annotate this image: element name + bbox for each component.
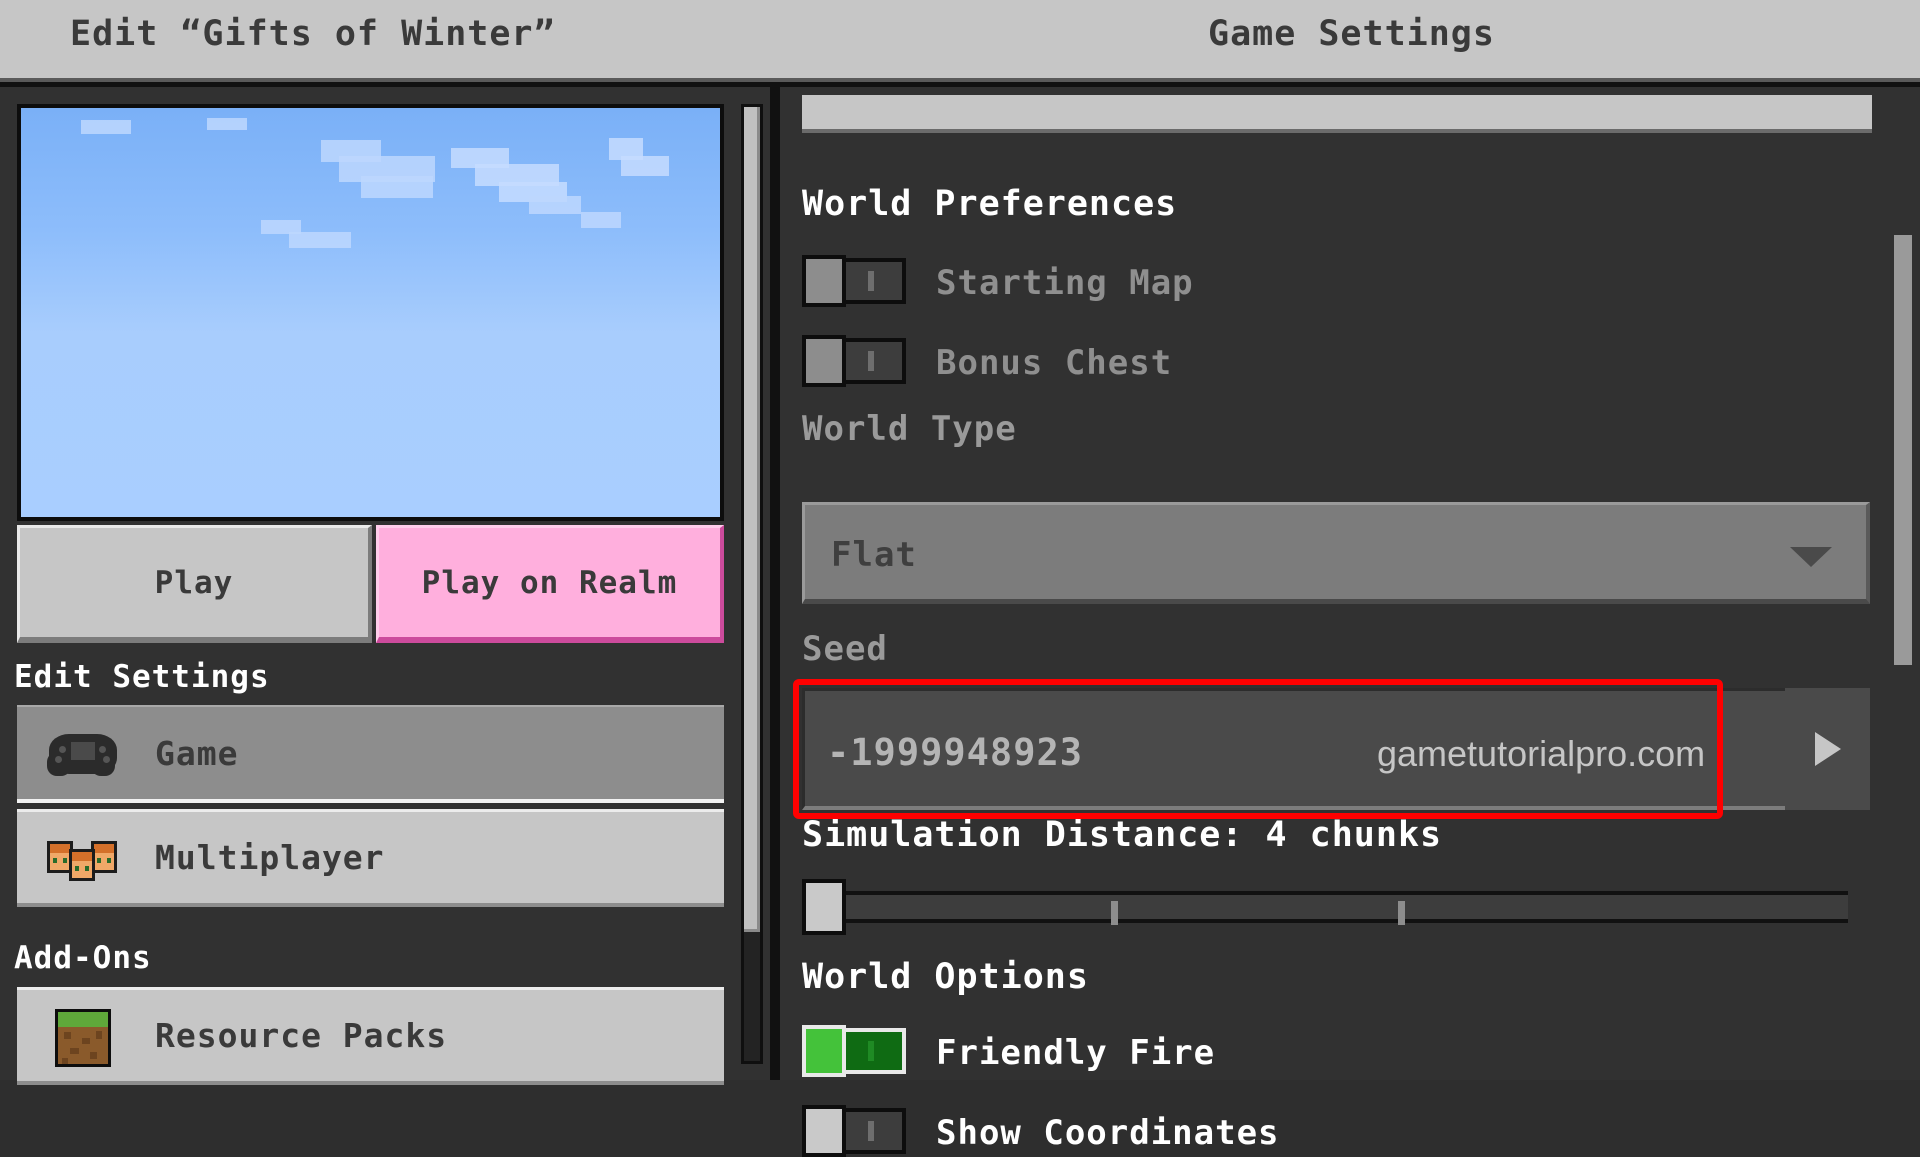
toggle-track	[836, 1108, 906, 1154]
simulation-distance-slider[interactable]	[802, 879, 1848, 935]
breadcrumb-world-title: Edit “Gifts of Winter”	[70, 14, 556, 54]
cloud-shape	[621, 156, 669, 176]
world-preview-image	[17, 104, 724, 521]
left-sidebar-panel: Play Play on Realm Edit Settings Game Mu…	[0, 82, 772, 1085]
world-options-heading: World Options	[802, 957, 1089, 997]
seed-label: Seed	[802, 629, 888, 669]
addons-heading: Add-Ons	[14, 940, 152, 976]
left-panel-scrollbar[interactable]	[741, 104, 763, 1064]
sidebar-item-label: Game	[155, 733, 239, 773]
world-type-value: Flat	[831, 535, 917, 575]
toggle-friendly-fire[interactable]	[802, 1025, 906, 1077]
toggle-knob	[802, 1025, 846, 1077]
scrolled-off-control[interactable]	[802, 95, 1872, 133]
panel-divider	[770, 82, 780, 1080]
game-settings-panel: World Preferences Starting Map Bonus Che…	[780, 82, 1920, 1157]
slider-tick	[1398, 901, 1405, 925]
seed-input[interactable]: -1999948923 gametutorialpro.com	[802, 688, 1870, 810]
toggle-label-starting-map: Starting Map	[936, 263, 1194, 303]
toggle-label-bonus-chest: Bonus Chest	[936, 343, 1173, 383]
slider-track	[824, 891, 1848, 925]
players-icon	[45, 827, 121, 889]
toggle-track	[836, 258, 906, 304]
sidebar-item-multiplayer[interactable]: Multiplayer	[17, 809, 724, 907]
cloud-shape	[529, 196, 581, 214]
seed-input-value: -1999948923	[827, 731, 1084, 774]
page-title: Game Settings	[1208, 14, 1495, 54]
toggle-knob	[802, 335, 846, 387]
toggle-knob	[802, 1105, 846, 1157]
sidebar-item-resource-packs[interactable]: Resource Packs	[17, 987, 724, 1085]
play-on-realm-button[interactable]: Play on Realm	[376, 525, 724, 643]
watermark-text: gametutorialpro.com	[1377, 733, 1706, 774]
toggle-bonus-chest[interactable]	[802, 335, 906, 387]
toggle-knob	[802, 255, 846, 307]
right-panel-scrollbar[interactable]	[1894, 95, 1912, 1077]
world-preferences-heading: World Preferences	[802, 184, 1178, 224]
left-panel-scrollbar-thumb[interactable]	[744, 107, 760, 932]
gamepad-icon	[45, 722, 121, 784]
world-type-dropdown[interactable]: Flat	[802, 502, 1870, 604]
right-panel-scrollbar-thumb[interactable]	[1894, 235, 1912, 665]
edit-settings-heading: Edit Settings	[14, 659, 270, 695]
toggle-show-coordinates[interactable]	[802, 1105, 906, 1157]
toggle-track	[836, 1028, 906, 1074]
slider-tick	[1111, 901, 1118, 925]
play-button-row: Play Play on Realm	[17, 525, 724, 643]
sidebar-item-label: Multiplayer	[155, 838, 385, 877]
seed-randomize-button[interactable]	[1785, 688, 1870, 810]
sidebar-item-label: Resource Packs	[155, 1016, 448, 1055]
toggle-label-show-coordinates: Show Coordinates	[936, 1113, 1280, 1153]
sidebar-item-game[interactable]: Game	[17, 705, 724, 803]
cloud-shape	[361, 176, 433, 198]
world-type-label: World Type	[802, 409, 1017, 449]
cloud-shape	[207, 118, 247, 130]
slider-knob[interactable]	[802, 879, 846, 935]
toggle-starting-map[interactable]	[802, 255, 906, 307]
toggle-label-friendly-fire: Friendly Fire	[936, 1033, 1216, 1073]
window-header: Edit “Gifts of Winter” Game Settings	[0, 0, 1920, 82]
grass-block-icon	[45, 1005, 121, 1067]
cloud-shape	[289, 232, 351, 248]
cloud-shape	[581, 212, 621, 228]
cloud-shape	[81, 120, 131, 134]
simulation-distance-label: Simulation Distance: 4 chunks	[802, 815, 1443, 855]
play-arrow-icon	[1814, 732, 1841, 766]
chevron-down-icon	[1790, 547, 1832, 567]
content-area: Play Play on Realm Edit Settings Game Mu…	[0, 82, 1920, 1157]
play-button[interactable]: Play	[17, 525, 372, 643]
toggle-track	[836, 338, 906, 384]
